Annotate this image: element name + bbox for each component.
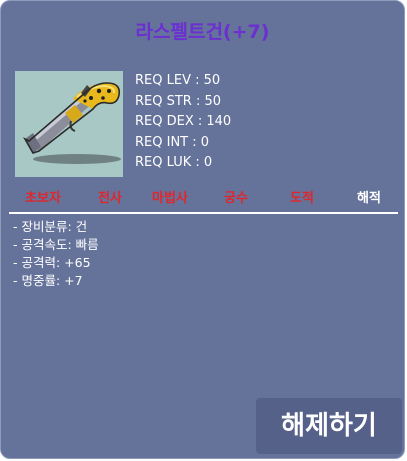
req-level: REQ LEV : 50	[135, 73, 221, 88]
item-icon-frame	[15, 71, 123, 177]
stat-attack: - 공격력: +65	[13, 255, 91, 270]
stat-attack-speed: - 공격속도: 빠름	[13, 237, 99, 252]
job-thief: 도적	[290, 191, 314, 206]
unequip-button[interactable]: 해제하기	[256, 398, 402, 454]
stat-category: - 장비분류: 건	[13, 219, 88, 234]
item-tooltip: 라스펠트건(+7) REQ LEV : 50 REQ STR: 50 REQ …	[0, 0, 405, 459]
job-magician: 마법사	[152, 191, 188, 206]
job-pirate: 해적	[357, 191, 381, 206]
divider	[9, 212, 398, 214]
req-dex: REQ DEX : 140	[135, 114, 232, 129]
stat-accuracy: - 명중률: +7	[13, 273, 83, 288]
job-warrior: 전사	[98, 191, 122, 206]
pistol-icon	[22, 82, 121, 164]
job-bowman: 궁수	[224, 191, 248, 206]
requirements-list: REQ LEV : 50 REQ STR : 50 REQ DEX : 140 …	[135, 71, 231, 174]
req-int: REQ INT : 0	[135, 134, 210, 150]
req-str: REQ STR : 50	[135, 93, 222, 109]
req-luk: REQ LUK : 0	[135, 155, 213, 170]
job-list: 초보자 전사 마법사 궁수 도적 해적	[1, 187, 404, 209]
stats-list: - 장비분류: 건 - 공격속도: 빠름 - 공격력: +65 - 명중률: +…	[13, 218, 99, 290]
job-beginner: 초보자	[25, 191, 61, 206]
item-name: 라스펠트건(+7)	[135, 21, 270, 43]
